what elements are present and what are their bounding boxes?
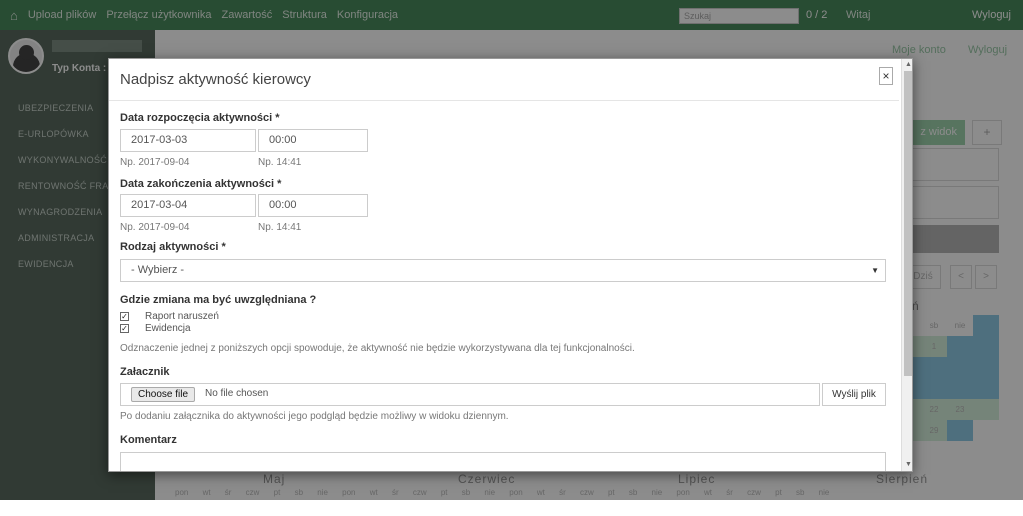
comment-label: Komentarz (120, 434, 177, 446)
checkbox-checked-icon[interactable]: ✓ (120, 312, 129, 321)
activity-type-label: Rodzaj aktywności * (120, 241, 226, 253)
comment-textarea[interactable] (120, 452, 886, 471)
scroll-down-icon[interactable]: ▼ (905, 461, 912, 468)
start-time-input[interactable]: 00:00 (258, 129, 368, 152)
dialog-header: Nadpisz aktywność kierowcy × (109, 59, 899, 101)
start-time-hint: Np. 14:41 (258, 157, 302, 168)
violation-report-checkbox[interactable]: ✓ Raport naruszeń (120, 311, 219, 322)
end-time-hint: Np. 14:41 (258, 222, 302, 233)
where-applied-label: Gdzie zmiana ma być uwzględniana ? (120, 294, 317, 306)
end-date-hint: Np. 2017-09-04 (120, 222, 190, 233)
end-time-input[interactable]: 00:00 (258, 194, 368, 217)
scroll-up-icon[interactable]: ▲ (905, 61, 912, 68)
chevron-down-icon: ▼ (871, 266, 879, 275)
choose-file-button[interactable]: Choose file (131, 387, 196, 402)
start-date-input[interactable]: 2017-03-03 (120, 129, 256, 152)
file-chosen-status: No file chosen (205, 388, 269, 399)
start-date-hint: Np. 2017-09-04 (120, 157, 190, 168)
dialog-title: Nadpisz aktywność kierowcy (120, 71, 311, 88)
end-date-input[interactable]: 2017-03-04 (120, 194, 256, 217)
records-label: Ewidencja (145, 323, 191, 334)
end-date-label: Data zakończenia aktywności * (120, 178, 282, 190)
file-input[interactable]: Choose file No file chosen (120, 383, 820, 406)
checkbox-checked-icon[interactable]: ✓ (120, 324, 129, 333)
override-activity-dialog: Nadpisz aktywność kierowcy × Data rozpoc… (108, 58, 913, 472)
attachment-label: Załacznik (120, 366, 170, 378)
dialog-scrollbar[interactable]: ▲ ▼ (901, 59, 912, 471)
scrollbar-thumb[interactable] (904, 71, 912, 376)
records-checkbox[interactable]: ✓ Ewidencja (120, 323, 191, 334)
activity-type-value: - Wybierz - (131, 264, 185, 276)
send-file-button[interactable]: Wyślij plik (822, 383, 886, 406)
close-icon[interactable]: × (879, 67, 893, 85)
uncheck-note: Odznaczenie jednej z poniższych opcji sp… (120, 343, 635, 354)
start-date-label: Data rozpoczęcia aktywności * (120, 112, 280, 124)
attachment-note: Po dodaniu załącznika do aktywności jego… (120, 411, 509, 422)
activity-type-select[interactable]: - Wybierz - ▼ (120, 259, 886, 282)
violation-report-label: Raport naruszeń (145, 311, 219, 322)
